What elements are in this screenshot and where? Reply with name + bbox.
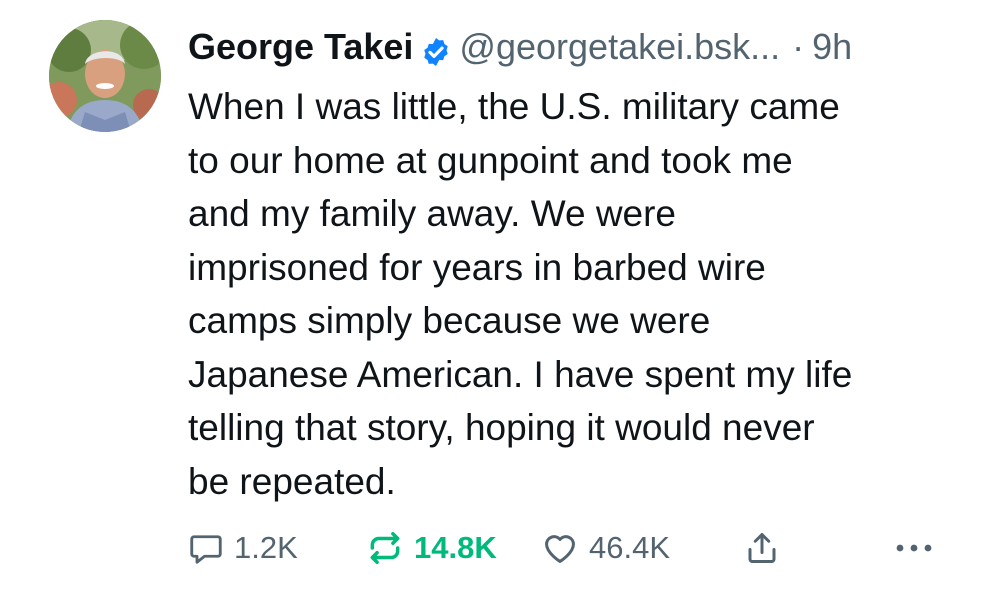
post-actions: 1.2K 14.8K 46.4K [188,522,958,574]
more-options-button[interactable] [894,522,934,574]
repost-icon [370,532,400,564]
share-icon [748,533,776,563]
heart-icon [545,535,575,563]
reply-count: 1.2K [234,530,298,565]
repost-count: 14.8K [414,530,497,565]
more-dots-icon [896,544,932,552]
author-name[interactable]: George Takei [188,22,413,72]
verified-badge-icon [420,31,452,66]
header-separator: · [792,26,805,67]
share-button[interactable] [744,522,780,574]
post-card[interactable]: George Takei @georgetakei.bsk... · 9h Wh… [0,0,1000,595]
reply-button[interactable]: 1.2K [188,522,298,574]
post-header: George Takei @georgetakei.bsk... · 9h [188,22,852,72]
author-handle[interactable]: @georgetakei.bsk... [459,22,780,72]
post-text: When I was little, the U.S. military cam… [188,86,853,502]
author-avatar[interactable] [49,20,161,132]
like-button[interactable]: 46.4K [541,522,670,574]
avatar-photo [49,20,161,132]
comment-icon [190,535,222,564]
like-count: 46.4K [589,530,671,565]
post-timestamp[interactable]: 9h [812,22,852,72]
repost-button[interactable]: 14.8K [366,522,497,574]
